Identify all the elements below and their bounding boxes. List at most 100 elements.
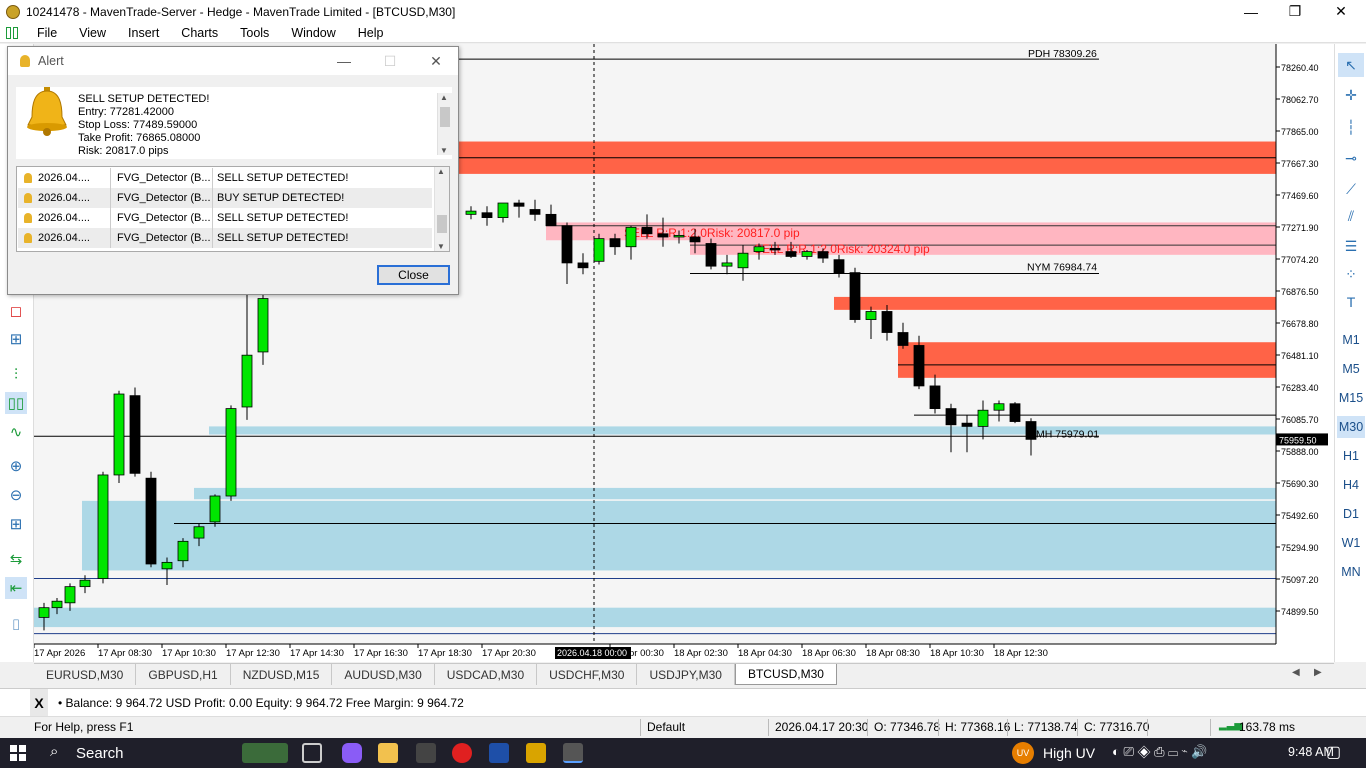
tab-usdchf[interactable]: USDCHF,M30 <box>537 664 638 685</box>
task-view-icon[interactable] <box>302 743 322 763</box>
bear-candle <box>481 212 493 218</box>
powershell-icon[interactable] <box>489 743 509 763</box>
alert-message-line: Take Profit: 76865.08000 <box>78 132 201 144</box>
bear-candle <box>129 395 141 474</box>
tile-windows-icon[interactable]: ⊞ <box>5 513 27 535</box>
bell-icon <box>24 193 32 203</box>
timeframe-m1[interactable]: M1 <box>1337 329 1365 351</box>
metatrader-icon[interactable] <box>563 743 583 763</box>
tab-usdcad[interactable]: USDCAD,M30 <box>435 664 538 685</box>
file-explorer-icon[interactable] <box>378 743 398 763</box>
taskbar: ⌕ Search UV High UV ◐ ⎚ ◈ ⎙ ▭ ⌁ 🔊 9:48 A… <box>0 738 1366 768</box>
timeframe-h1[interactable]: H1 <box>1337 445 1365 467</box>
crosshair-icon[interactable]: ✛ <box>1338 83 1364 107</box>
tray-icons[interactable]: ◐ ⎚ ◈ ⎙ ▭ ⌁ 🔊 <box>1112 744 1207 760</box>
timeframe-d1[interactable]: D1 <box>1337 503 1365 525</box>
candlestick-chart-icon[interactable]: ▯▯ <box>5 392 27 414</box>
timeframe-m30[interactable]: M30 <box>1337 416 1365 438</box>
bear-candle <box>577 262 589 269</box>
alert-close-icon[interactable]: ✕ <box>416 47 456 75</box>
trendline-icon[interactable]: ⟋ <box>1338 177 1364 201</box>
weather-text[interactable]: High UV <box>1043 745 1095 761</box>
alert-row[interactable]: 2026.04.... FVG_Detector (B... SELL SETU… <box>18 168 432 188</box>
zoom-in-icon[interactable]: ⊕ <box>5 455 27 477</box>
tab-scroll-left-icon[interactable]: ◀ <box>1292 667 1300 678</box>
widgets-icon[interactable] <box>242 743 288 763</box>
search-icon[interactable]: ⌕ <box>50 743 58 760</box>
alert-minimize-button[interactable]: — <box>324 47 364 75</box>
minimize-button[interactable]: — <box>1228 0 1274 23</box>
timeframe-mn[interactable]: MN <box>1337 561 1365 583</box>
time-axis-label: 18 Apr 02:30 <box>674 648 728 659</box>
bear-candle <box>529 209 541 215</box>
bull-candle <box>177 540 189 562</box>
alert-close-button[interactable]: Close <box>377 265 450 285</box>
windows-start-icon[interactable] <box>10 745 26 761</box>
list-scrollbar[interactable]: ▲ ▼ <box>434 167 449 251</box>
price-axis-label: 77469.60 <box>1281 191 1319 201</box>
line-chart-icon[interactable]: ∿ <box>5 421 27 443</box>
menu-file[interactable]: File <box>26 26 68 40</box>
alert-row[interactable]: 2026.04.... FVG_Detector (B... SELL SETU… <box>18 228 432 248</box>
menu-tools[interactable]: Tools <box>229 26 280 40</box>
media-icon[interactable] <box>416 743 436 763</box>
price-axis-label: 78260.40 <box>1281 63 1319 73</box>
uv-badge[interactable]: UV <box>1012 742 1034 764</box>
chart-shift-icon[interactable]: ⇤ <box>5 577 27 599</box>
bear-candle <box>657 233 669 238</box>
status-profile[interactable]: Default <box>647 720 685 734</box>
timeframe-m15[interactable]: M15 <box>1337 387 1365 409</box>
shapes-icon[interactable]: ⁘ <box>1338 262 1364 286</box>
message-scrollbar[interactable]: ▲ ▼ <box>437 93 452 155</box>
fibonacci-icon[interactable]: ☰ <box>1338 234 1364 258</box>
menu-window[interactable]: Window <box>280 26 346 40</box>
menu-charts[interactable]: Charts <box>170 26 229 40</box>
cursor-icon[interactable]: ↖ <box>1338 53 1364 77</box>
status-open: O: 77346.78 <box>874 720 941 734</box>
copilot-icon[interactable] <box>342 743 362 763</box>
menu-view[interactable]: View <box>68 26 117 40</box>
tab-audusd[interactable]: AUDUSD,M30 <box>332 664 435 685</box>
alert-row-message: BUY SETUP DETECTED! <box>212 188 344 208</box>
alert-dialog: Alert — ☐ ✕ SELL SETUP DETECTED! Entry: … <box>7 46 459 295</box>
auto-scroll-icon[interactable]: ⇆ <box>5 548 27 570</box>
text-icon[interactable]: T <box>1338 290 1364 314</box>
stop-icon[interactable]: ◻ <box>5 300 27 322</box>
timeframe-m5[interactable]: M5 <box>1337 358 1365 380</box>
maximize-button[interactable]: ❐ <box>1272 0 1318 23</box>
price-axis-label: 75097.20 <box>1281 575 1319 585</box>
close-window-button[interactable]: ✕ <box>1318 0 1364 23</box>
timeframe-w1[interactable]: W1 <box>1337 532 1365 554</box>
menu-help[interactable]: Help <box>347 26 395 40</box>
bell-icon <box>24 173 32 183</box>
taskbar-search[interactable]: Search <box>76 745 124 762</box>
horizontal-line-icon[interactable]: ⊸ <box>1338 146 1364 170</box>
channel-icon[interactable]: ⫽ <box>1338 204 1364 228</box>
menu-insert[interactable]: Insert <box>117 26 170 40</box>
tab-gbpusd[interactable]: GBPUSD,H1 <box>136 664 231 685</box>
bull-candle <box>64 586 76 604</box>
new-order-icon[interactable]: ⊞ <box>5 328 27 350</box>
terminal-close-button[interactable]: X <box>30 688 48 717</box>
bull-candle <box>625 226 637 248</box>
notification-icon[interactable]: ▢ <box>1326 742 1341 762</box>
bar-chart-icon[interactable]: ⫶ <box>5 363 27 385</box>
chart-window-icon[interactable] <box>6 26 20 39</box>
time-axis-label: 18 Apr 12:30 <box>994 648 1048 659</box>
tab-scroll-right-icon[interactable]: ▶ <box>1314 667 1322 678</box>
app-icon[interactable] <box>526 743 546 763</box>
alert-row[interactable]: 2026.04.... FVG_Detector (B... BUY SETUP… <box>18 188 432 208</box>
timeframe-h4[interactable]: H4 <box>1337 474 1365 496</box>
tab-usdjpy[interactable]: USDJPY,M30 <box>637 664 735 685</box>
bear-candle <box>561 225 573 264</box>
opera-icon[interactable] <box>452 743 472 763</box>
price-axis-label: 76678.80 <box>1281 319 1319 329</box>
alert-row[interactable]: 2026.04.... FVG_Detector (B... SELL SETU… <box>18 208 432 228</box>
screenshot-icon[interactable]: ⌷ <box>5 614 27 636</box>
price-axis-label: 76876.50 <box>1281 287 1319 297</box>
zoom-out-icon[interactable]: ⊖ <box>5 484 27 506</box>
tab-nzdusd[interactable]: NZDUSD,M15 <box>231 664 333 685</box>
tab-eurusd[interactable]: EURUSD,M30 <box>34 664 137 685</box>
tab-btcusd[interactable]: BTCUSD,M30 <box>734 664 837 685</box>
vertical-line-icon[interactable]: ┆ <box>1338 115 1364 139</box>
